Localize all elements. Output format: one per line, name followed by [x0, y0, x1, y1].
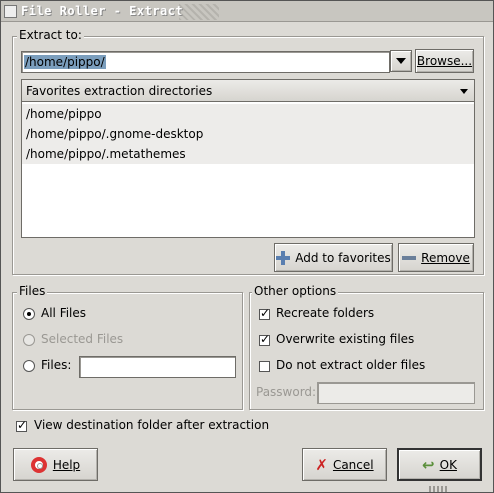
- view-destination-checkbox[interactable]: [16, 418, 27, 432]
- password-field[interactable]: [317, 382, 475, 404]
- password-label: Password:: [256, 385, 317, 399]
- minus-icon: [402, 255, 417, 260]
- selected-files-radio[interactable]: [23, 334, 35, 346]
- browse-button-label: Browse...: [416, 54, 473, 68]
- ok-label: OK: [439, 457, 457, 472]
- all-files-label[interactable]: All Files: [41, 306, 86, 320]
- window-menu-icon[interactable]: [4, 5, 17, 18]
- list-item[interactable]: /home/pippo/.gnome-desktop: [22, 124, 474, 144]
- lifebuoy-icon: [30, 456, 47, 473]
- list-item[interactable]: /home/pippo/.metathemes: [22, 144, 474, 164]
- path-history-dropdown[interactable]: [390, 50, 412, 72]
- remove-button[interactable]: Remove: [398, 243, 474, 272]
- files-pattern-label[interactable]: Files:: [41, 358, 71, 372]
- list-item-label: /home/pippo: [26, 107, 102, 121]
- help-button[interactable]: Help: [13, 448, 98, 481]
- files-pattern-radio[interactable]: [23, 360, 35, 372]
- files-frame-label: Files: [17, 284, 48, 298]
- extract-to-label: Extract to:: [17, 28, 84, 42]
- extract-dialog: File Roller - Extract Extract to: /home/…: [0, 0, 494, 493]
- list-item-label: /home/pippo/.metathemes: [26, 147, 186, 161]
- view-destination-label[interactable]: View destination folder after extraction: [34, 418, 269, 432]
- add-to-favorites-button[interactable]: Add to favorites: [274, 243, 393, 272]
- browse-button[interactable]: Browse...: [415, 49, 474, 73]
- window-title: File Roller - Extract: [21, 4, 184, 18]
- ok-button[interactable]: ↩ OK: [397, 448, 482, 481]
- favorites-column-header[interactable]: Favorites extraction directories: [22, 80, 474, 102]
- plus-icon: [276, 250, 291, 265]
- title-bar[interactable]: File Roller - Extract: [1, 1, 493, 22]
- overwrite-files-label[interactable]: Overwrite existing files: [276, 332, 414, 346]
- titlebar-grip: [179, 4, 219, 20]
- selected-files-label[interactable]: Selected Files: [41, 332, 123, 346]
- list-item[interactable]: /home/pippo: [22, 104, 474, 124]
- chevron-down-icon: [396, 58, 406, 64]
- no-older-files-checkbox[interactable]: [259, 361, 270, 372]
- cancel-x-icon: ✗: [315, 455, 328, 474]
- recreate-folders-checkbox[interactable]: [259, 306, 270, 320]
- all-files-radio[interactable]: [23, 308, 35, 320]
- sort-arrow-icon: [460, 89, 468, 94]
- files-pattern-field[interactable]: [79, 356, 236, 378]
- resize-grip[interactable]: [429, 486, 449, 492]
- extract-path-field[interactable]: /home/pippo/: [21, 51, 390, 73]
- help-label: Help: [52, 457, 81, 472]
- other-options-label: Other options: [252, 284, 339, 298]
- remove-label: Remove: [421, 250, 470, 265]
- overwrite-files-checkbox[interactable]: [259, 332, 270, 346]
- list-item-label: /home/pippo/.gnome-desktop: [26, 127, 204, 141]
- favorites-header-label: Favorites extraction directories: [26, 84, 213, 98]
- extract-path-value: /home/pippo/: [24, 55, 106, 69]
- cancel-button[interactable]: ✗ Cancel: [302, 448, 387, 481]
- recreate-folders-label[interactable]: Recreate folders: [276, 306, 374, 320]
- no-older-files-label[interactable]: Do not extract older files: [276, 358, 425, 372]
- cancel-label: Cancel: [332, 457, 374, 472]
- ok-arrow-icon: ↩: [422, 455, 435, 474]
- favorites-list[interactable]: Favorites extraction directories /home/p…: [21, 79, 475, 238]
- add-to-favorites-label: Add to favorites: [295, 250, 391, 265]
